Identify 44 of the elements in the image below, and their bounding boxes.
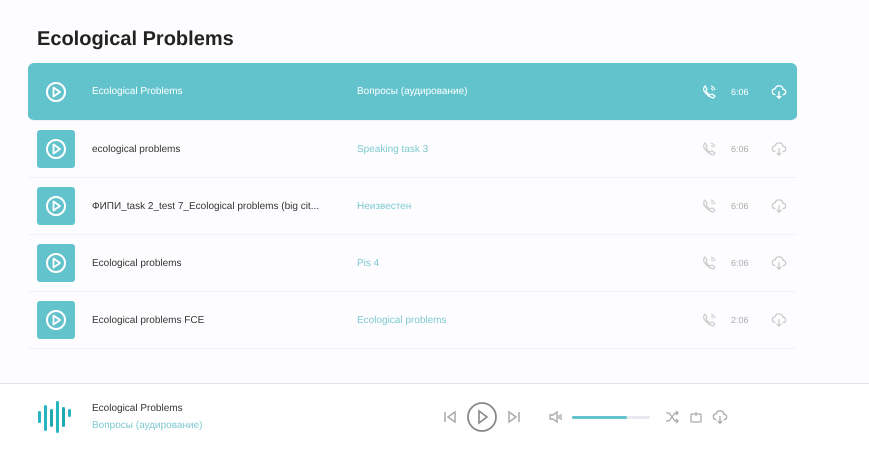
cloud-download-icon[interactable] bbox=[771, 141, 787, 157]
track-duration: 6:06 bbox=[731, 86, 750, 96]
track-row[interactable]: Ecological problems Pis 4 6:06 bbox=[28, 235, 797, 292]
track-category: Вопросы (аудирование) bbox=[357, 86, 468, 97]
cloud-download-icon[interactable] bbox=[771, 198, 787, 214]
cloud-download-icon[interactable] bbox=[771, 312, 787, 328]
play-icon[interactable] bbox=[37, 301, 75, 339]
phone-icon[interactable] bbox=[701, 84, 717, 100]
track-title: ФИПИ_task 2_test 7_Ecological problems (big cit... bbox=[92, 200, 320, 212]
play-icon[interactable] bbox=[37, 130, 75, 168]
track-duration: 6:06 bbox=[731, 258, 750, 268]
play-icon[interactable] bbox=[37, 187, 75, 225]
track-title: Ecological problems FCE bbox=[92, 314, 206, 326]
track-title: Ecological problems bbox=[92, 258, 182, 268]
track-category: Неизвестен bbox=[357, 200, 412, 212]
track-category: Ecological problems bbox=[357, 314, 448, 326]
previous-icon[interactable] bbox=[442, 409, 458, 425]
cloud-download-icon[interactable] bbox=[771, 84, 787, 100]
phone-icon[interactable] bbox=[701, 312, 717, 328]
phone-icon[interactable] bbox=[701, 198, 717, 214]
track-row[interactable]: Ecological problems FCE Ecological problems 2:06 bbox=[28, 292, 797, 349]
phone-icon[interactable] bbox=[701, 141, 717, 157]
repeat-icon[interactable] bbox=[688, 409, 704, 425]
cloud-download-icon[interactable] bbox=[712, 409, 728, 425]
track-duration: 2:06 bbox=[731, 315, 750, 325]
volume-icon[interactable] bbox=[548, 409, 564, 425]
shuffle-icon[interactable] bbox=[664, 409, 680, 425]
track-category: Speaking task 3 bbox=[357, 144, 430, 154]
play-button-icon[interactable] bbox=[466, 401, 498, 433]
cloud-download-icon[interactable] bbox=[771, 255, 787, 271]
track-title: Ecological Problems bbox=[92, 86, 184, 97]
track-row[interactable]: ecological problems Speaking task 3 6:06 bbox=[28, 121, 797, 178]
playlist-title: Ecological Problems bbox=[37, 28, 235, 51]
volume-slider[interactable] bbox=[572, 416, 650, 418]
track-title: ecological problems bbox=[92, 144, 182, 154]
next-icon[interactable] bbox=[506, 409, 522, 425]
phone-icon[interactable] bbox=[701, 255, 717, 271]
track-row[interactable]: ФИПИ_task 2_test 7_Ecological problems (big cit... Неизвестен 6:06 bbox=[28, 178, 797, 235]
track-category: Pis 4 bbox=[357, 258, 380, 268]
now-playing-category: Вопросы (аудирование) bbox=[92, 420, 204, 431]
track-duration: 6:06 bbox=[731, 201, 750, 211]
play-icon[interactable] bbox=[37, 244, 75, 282]
now-playing-title: Ecological Problems bbox=[92, 403, 184, 414]
track-duration: 6:06 bbox=[731, 144, 750, 154]
